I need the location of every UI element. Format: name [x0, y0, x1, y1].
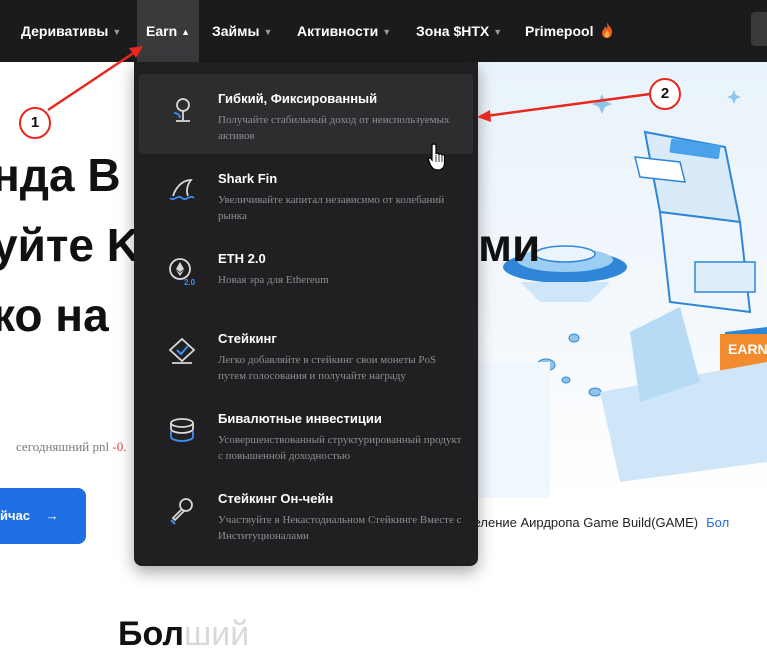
staking-icon [168, 337, 196, 364]
nav-label: Primepool [525, 23, 594, 39]
nav-loans[interactable]: Займы ▼ [212, 0, 272, 62]
hero-heading-line-1: нда B [0, 149, 121, 201]
nav-label: Деривативы [21, 23, 109, 39]
svg-text:2.0: 2.0 [184, 278, 196, 286]
menu-item-title: Стейкинг Он-чейн [218, 491, 334, 506]
flame-icon [602, 22, 613, 38]
section-title-main: Бол [118, 615, 184, 653]
chevron-down-icon: ▼ [493, 27, 503, 37]
nav-activities[interactable]: Активности ▼ [297, 0, 391, 62]
cta-label: йчас [0, 508, 30, 523]
annotation-badge-2: 2 [649, 78, 681, 110]
hero-heading-line-3: ко на [0, 289, 109, 341]
menu-item-desc: Участвуйте в Некастодиальном Стейкинге В… [218, 514, 462, 542]
menu-item-onchain-staking[interactable]: Стейкинг Он-чейн Участвуйте в Некастодиа… [139, 474, 473, 554]
chevron-down-icon: ▼ [263, 27, 273, 37]
menu-item-dual-currency[interactable]: Бивалютные инвестиции Усовершенствованны… [139, 394, 473, 474]
menu-item-desc: Легко добавляйте в стейкинг свои монеты … [218, 354, 437, 382]
menu-item-eth2[interactable]: 2.0 ETH 2.0 Новая эра для Ethereum [139, 234, 473, 314]
shark-fin-icon [169, 179, 195, 201]
pnl-value: -0. [112, 439, 127, 454]
nav-derivatives[interactable]: Деривативы ▼ [21, 0, 121, 62]
nav-earn[interactable]: Earn ▲ [137, 0, 200, 62]
hand-cursor-icon [427, 143, 446, 171]
menu-item-desc: Увеличивайте капитал независимо от колеб… [218, 194, 445, 222]
robot-illustration: EARN WITH [470, 90, 767, 498]
nav-htx-zone[interactable]: Зона $HTX ▼ [416, 0, 502, 62]
menu-item-title: ETH 2.0 [218, 251, 266, 266]
hero-heading-line-2: уйте K [0, 219, 140, 271]
nav-label: Активности [297, 23, 379, 39]
today-pnl: сегодняшний pnl -0. [16, 439, 126, 455]
earn-sign-text: EARN WITH [728, 341, 767, 357]
annotation-badge-1: 1 [19, 107, 51, 139]
eth-coin-icon: 2.0 [169, 258, 196, 286]
menu-item-shark-fin[interactable]: Shark Fin Увеличивайте капитал независим… [139, 154, 473, 234]
cta-button[interactable]: йчас → [0, 488, 86, 544]
hero-heading-line-2-end: ми [478, 219, 541, 271]
section-title-faded: ший [183, 615, 250, 653]
nav-label: Займы [212, 23, 260, 39]
chevron-down-icon: ▼ [382, 27, 392, 37]
onchain-tool-icon [170, 498, 193, 525]
ticker-text: деление Аирдропа Game Build(GAME) [466, 515, 699, 530]
menu-item-title: Бивалютные инвестиции [218, 411, 382, 426]
menu-item-title: Shark Fin [218, 171, 278, 186]
announcement-ticker[interactable]: деление Аирдропа Game Build(GAME) Бол [466, 515, 729, 530]
menu-item-staking[interactable]: Стейкинг Легко добавляйте в стейкинг сво… [139, 314, 473, 394]
arrow-right-icon: → [45, 508, 59, 523]
hero-illustration: EARN WITH [470, 62, 767, 498]
ticker-more-link[interactable]: Бол [706, 515, 729, 530]
earn-dropdown-menu: Гибкий, Фиксированный Получайте стабильн… [134, 62, 478, 566]
menu-item-title: Гибкий, Фиксированный [218, 91, 378, 106]
menu-item-desc: Новая эра для Ethereum [218, 274, 329, 286]
menu-item-flexible-fixed[interactable]: Гибкий, Фиксированный Получайте стабильн… [139, 74, 473, 154]
plant-coin-icon [173, 98, 190, 122]
chevron-up-icon: ▲ [181, 27, 191, 37]
menu-item-desc: Получайте стабильный доход от неиспользу… [218, 114, 450, 142]
pnl-label: сегодняшний pnl [16, 439, 110, 454]
coin-stack-icon [170, 418, 194, 442]
nav-label: Зона $HTX [416, 23, 490, 39]
menu-item-title: Стейкинг [218, 331, 277, 346]
top-nav: Деривативы ▼ Earn ▲ Займы ▼ Активности ▼ Зон… [0, 0, 767, 62]
menu-item-desc: Усовершенствованный структурированный пр… [218, 434, 462, 462]
chevron-down-icon: ▼ [112, 27, 122, 37]
nav-right-button[interactable] [751, 12, 767, 46]
nav-label: Earn [146, 23, 178, 39]
nav-primepool[interactable]: Primepool [525, 0, 615, 62]
